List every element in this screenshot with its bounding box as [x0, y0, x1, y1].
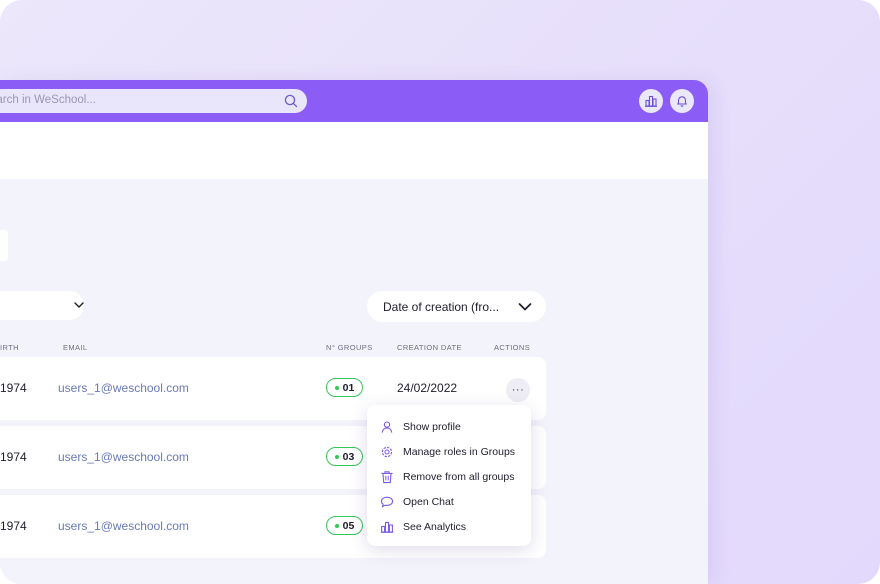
- tab-chip[interactable]: [0, 230, 8, 261]
- bar-chart-icon: [380, 521, 394, 533]
- birth-year: 1974: [0, 519, 27, 533]
- chat-bubble-icon: [380, 496, 394, 507]
- status-dot: [334, 523, 339, 528]
- groups-badge: 05: [326, 516, 363, 535]
- bar-chart-icon: [645, 95, 657, 107]
- search-placeholder: earch in WeSchool...: [0, 94, 96, 106]
- menu-item-label: Manage roles in Groups: [403, 445, 516, 458]
- column-header-email[interactable]: EMAIL: [63, 343, 88, 352]
- menu-item-show-profile[interactable]: Show profile: [367, 414, 531, 439]
- filter-dropdown[interactable]: [0, 291, 84, 320]
- groups-count: 03: [342, 450, 355, 463]
- top-bar: earch in WeSchool...: [0, 80, 708, 122]
- more-actions-button[interactable]: ···: [506, 378, 530, 402]
- menu-item-remove-groups[interactable]: Remove from all groups: [367, 464, 531, 489]
- user-icon: [381, 420, 393, 433]
- sort-dropdown[interactable]: Date of creation (fro...: [367, 291, 546, 322]
- analytics-button[interactable]: [639, 89, 663, 113]
- creation-date: 24/02/2022: [397, 381, 458, 395]
- search-input[interactable]: earch in WeSchool...: [0, 89, 307, 113]
- row-actions-menu: Show profile Manage roles in Groups Remo…: [367, 405, 531, 546]
- birth-year: 1974: [0, 450, 27, 464]
- column-header-birth[interactable]: IRTH: [0, 343, 19, 352]
- column-header-actions: ACTIONS: [494, 343, 531, 352]
- frame-background: earch in WeSchool... Date of creation (f…: [0, 0, 880, 584]
- trash-icon: [381, 470, 393, 483]
- user-email[interactable]: users_1@weschool.com: [58, 450, 189, 464]
- column-header-groups[interactable]: N° GROUPS: [326, 343, 373, 352]
- menu-item-label: Open Chat: [403, 495, 454, 508]
- bell-icon: [676, 96, 688, 107]
- groups-count: 01: [342, 381, 355, 394]
- menu-item-see-analytics[interactable]: See Analytics: [367, 514, 531, 539]
- chevron-down-icon: [518, 303, 532, 311]
- menu-item-label: Remove from all groups: [403, 470, 515, 483]
- status-dot: [334, 454, 339, 459]
- gear-icon: [381, 446, 393, 457]
- groups-badge: 01: [326, 378, 363, 397]
- sub-header: [0, 122, 708, 179]
- search-icon[interactable]: [283, 93, 299, 109]
- menu-item-label: See Analytics: [403, 520, 467, 533]
- notifications-button[interactable]: [670, 89, 694, 113]
- status-dot: [334, 385, 339, 390]
- menu-item-open-chat[interactable]: Open Chat: [367, 489, 531, 514]
- sort-label: Date of creation (fro...: [383, 300, 500, 314]
- chevron-down-icon: [74, 302, 84, 308]
- menu-item-label: Show profile: [403, 420, 461, 433]
- birth-year: 1974: [0, 381, 27, 395]
- user-email[interactable]: users_1@weschool.com: [58, 381, 189, 395]
- user-email[interactable]: users_1@weschool.com: [58, 519, 189, 533]
- menu-item-manage-roles[interactable]: Manage roles in Groups: [367, 439, 531, 464]
- column-header-creation-date[interactable]: CREATION DATE: [397, 343, 462, 352]
- groups-badge: 03: [326, 447, 363, 466]
- groups-count: 05: [342, 519, 355, 532]
